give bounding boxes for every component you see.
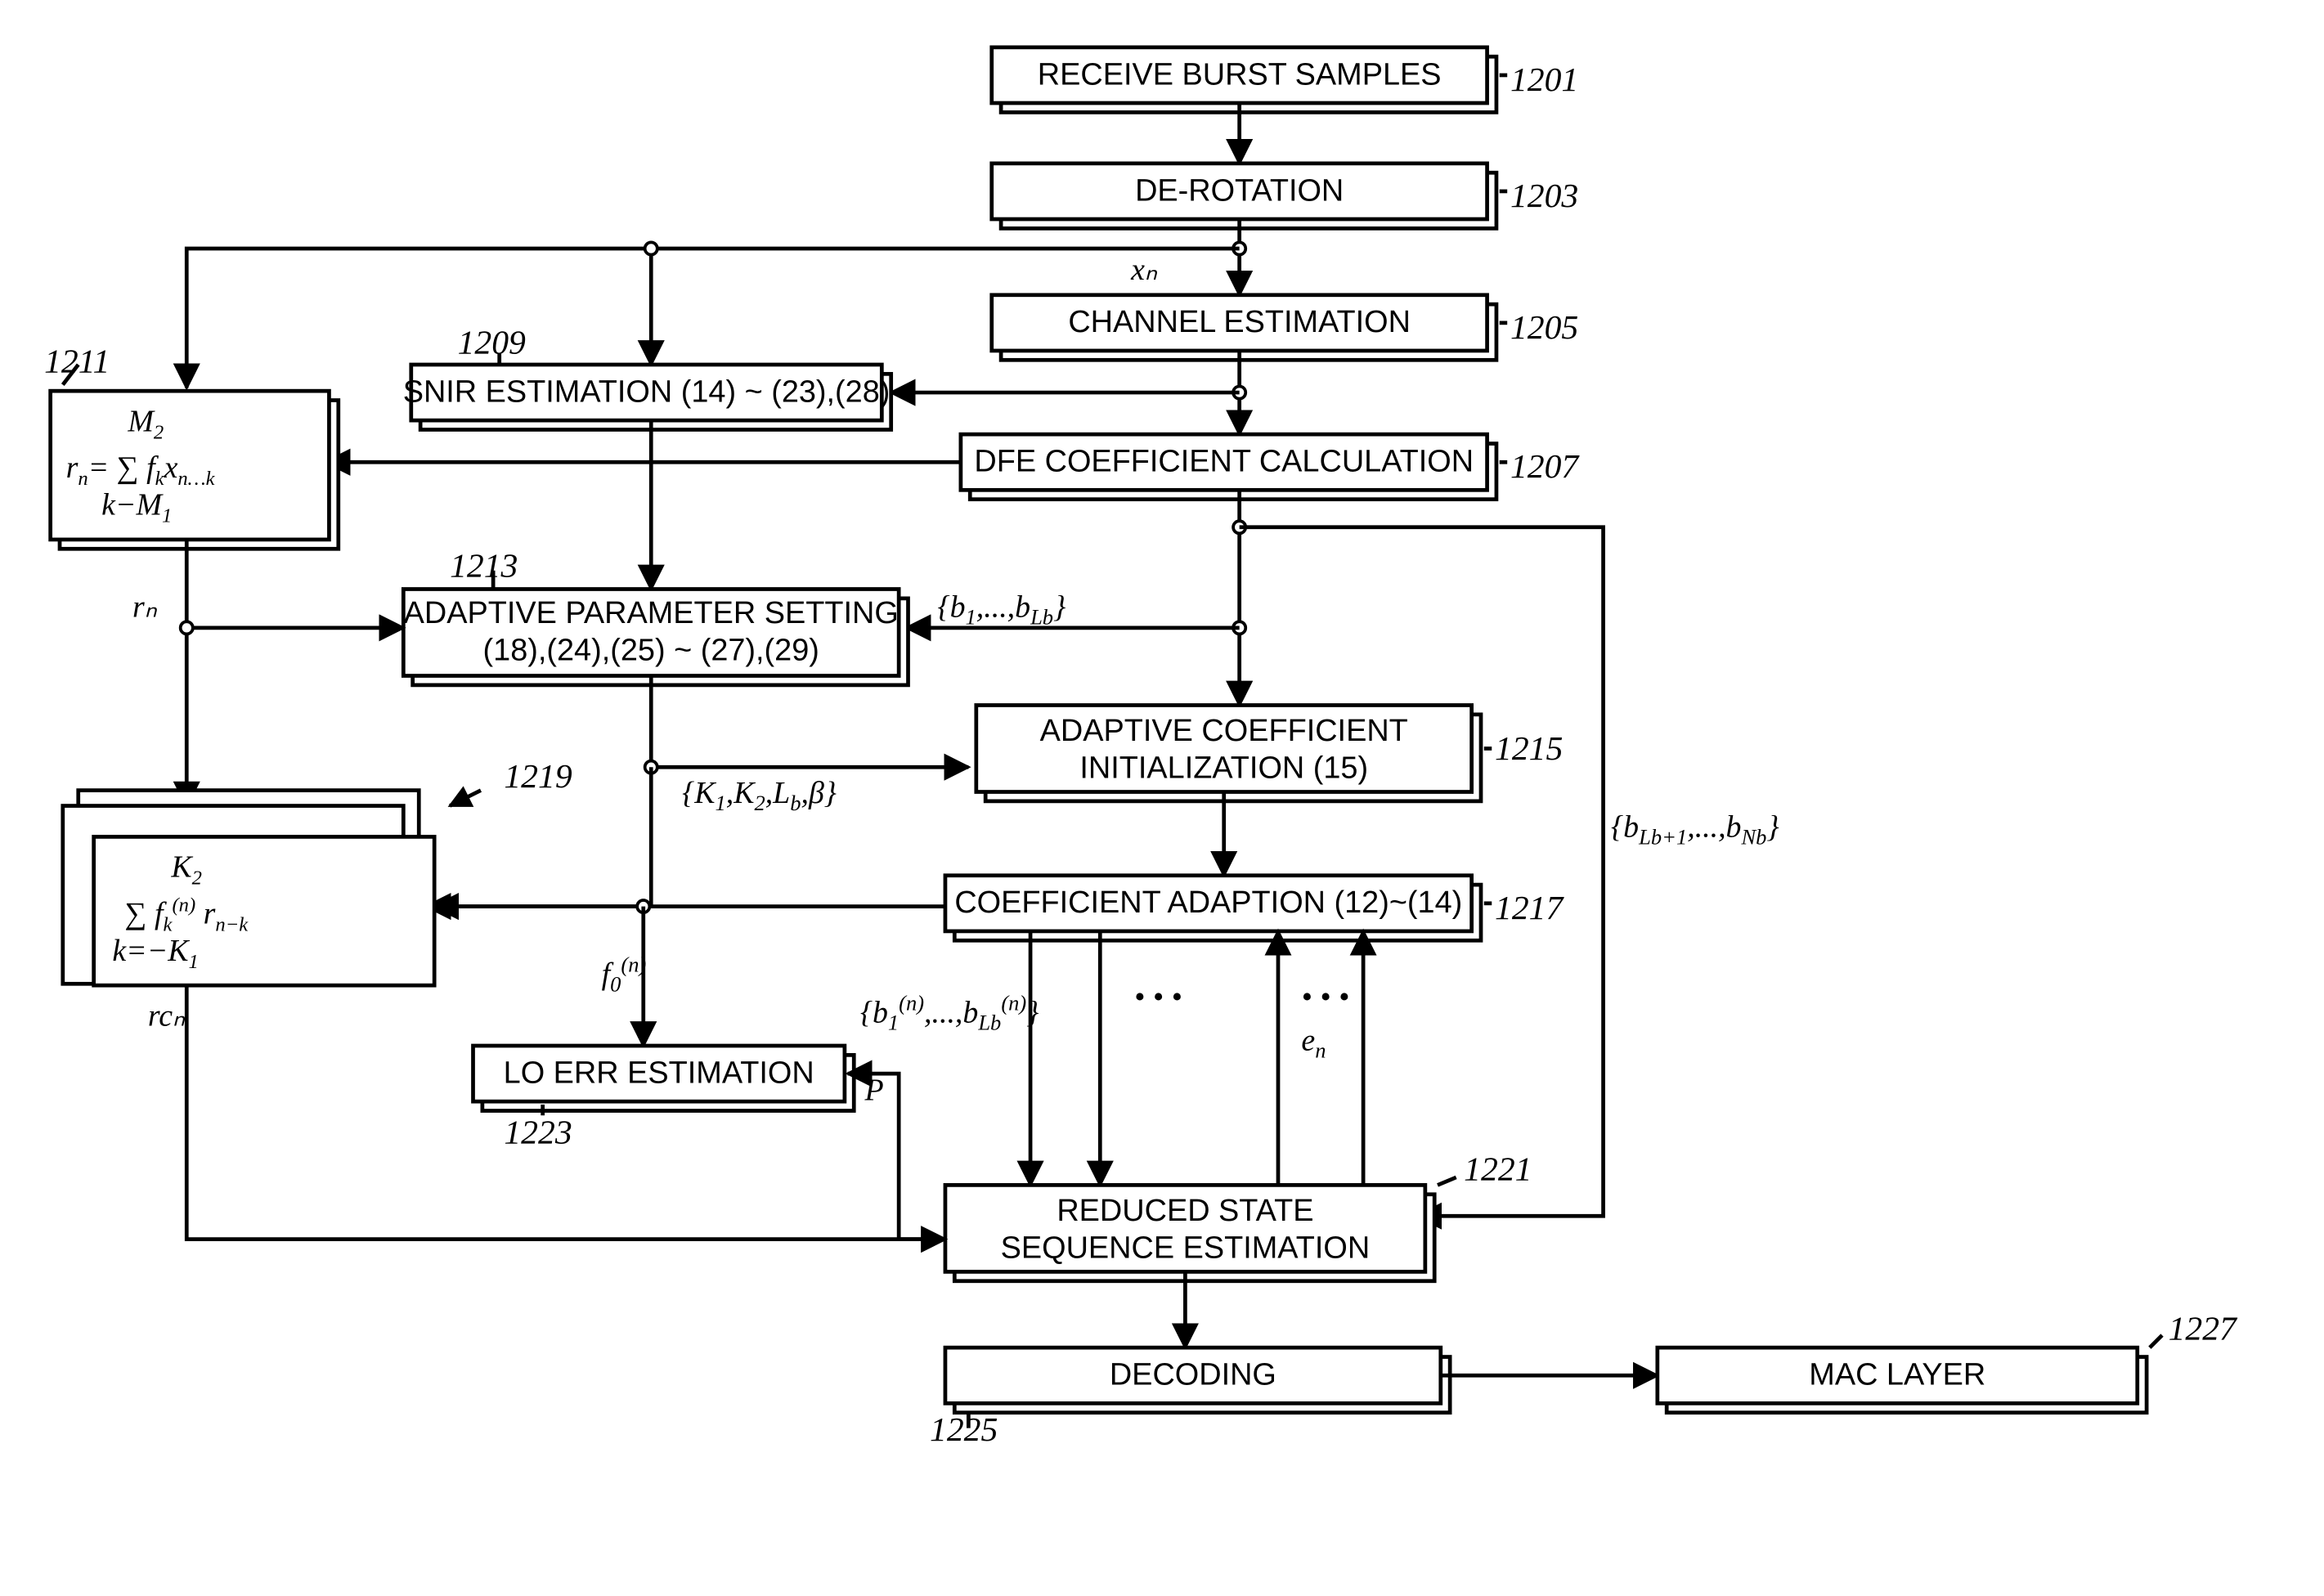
box-rc-filter: K2 ∑ fk(n) rn−k k=−K1 1219 [63,758,572,985]
box-decoding: DECODING 1225 [930,1347,1450,1449]
box-lo-err-estimation: LO ERR ESTIMATION 1223 [473,1046,855,1151]
text-mac-layer: MAC LAYER [1809,1358,1985,1392]
label-b1lb: {b1,...,bLb} [937,590,1066,630]
label-dots-1: • • • [1134,980,1182,1015]
box-feedforward-filter: M2 rn= ∑ fkxn…k k−M1 1211 [44,343,339,549]
edge-1213-1215 [651,676,968,768]
ref-1209: 1209 [458,325,526,362]
label-dots-2: • • • [1301,980,1349,1015]
ref-1223: 1223 [504,1114,572,1151]
ref-1221: 1221 [1464,1151,1532,1189]
box-snir-estimation: SNIR ESTIMATION (14) ~ (23),(28) 1209 [403,325,891,430]
ref-1201: 1201 [1510,61,1578,99]
text-lo-err: LO ERR ESTIMATION [504,1056,814,1090]
box-dfe-coefficient-calculation: DFE COEFFICIENT CALCULATION 1207 [961,434,1581,500]
box-adaptive-parameter-setting: ADAPTIVE PARAMETER SETTING (18),(24),(25… [403,547,908,685]
label-p: P [864,1073,883,1107]
box-channel-estimation: CHANNEL ESTIMATION 1205 [992,295,1579,361]
ref-1219: 1219 [504,758,572,796]
box-adaptive-coeff-init: ADAPTIVE COEFFICIENT INITIALIZATION (15)… [976,705,1564,800]
edge-1221-1223 [848,1074,945,1240]
ref-1215: 1215 [1495,730,1563,768]
edge-1207-1221-right [1240,527,1604,1216]
box-receive-burst-samples: RECEIVE BURST SAMPLES 1201 [992,47,1579,113]
math-1219-k1: k=−K1 [112,934,198,973]
label-rn: rₙ [132,590,158,625]
label-en: en [1301,1024,1326,1063]
flow-diagram: RECEIVE BURST SAMPLES 1201 DE-ROTATION 1… [16,16,2308,1580]
label-xn: xₙ [1130,253,1158,287]
text-reduced-state-1: REDUCED STATE [1057,1194,1313,1228]
ref-1213: 1213 [450,547,518,585]
text-channel-estimation: CHANNEL ESTIMATION [1068,305,1411,339]
ref-1203: 1203 [1510,177,1578,215]
label-b1n: {b1(n),...,bLb(n)} [860,990,1039,1035]
text-adaptive-init-1: ADAPTIVE COEFFICIENT [1040,714,1408,748]
text-adaptive-init-2: INITIALIZATION (15) [1079,751,1368,785]
label-f0n: f0(n) [602,952,647,997]
label-k1k2: {K1,K2,Lb,β} [682,776,837,815]
text-decoding: DECODING [1110,1358,1276,1392]
ref-1211: 1211 [44,343,110,380]
text-receive-burst-samples: RECEIVE BURST SAMPLES [1038,57,1442,92]
text-de-rotation: DE-ROTATION [1135,173,1344,208]
ref-1227: 1227 [2169,1311,2238,1348]
label-rcn: rcₙ [148,998,186,1033]
label-blb1nb: {bLb+1,...,bNb} [1611,809,1779,849]
ref-1205: 1205 [1510,309,1578,347]
ref-1207: 1207 [1510,448,1580,486]
ref-1225: 1225 [930,1411,998,1449]
text-coeff-adaption: COEFFICIENT ADAPTION (12)~(14) [954,885,1462,920]
box-mac-layer: MAC LAYER 1227 [1658,1311,2238,1413]
box-de-rotation: DE-ROTATION 1203 [992,164,1579,229]
text-reduced-state-2: SEQUENCE ESTIMATION [1001,1231,1371,1265]
text-dfe-coeff: DFE COEFFICIENT CALCULATION [974,445,1474,479]
text-adaptive-param-1: ADAPTIVE PARAMETER SETTING [404,596,899,630]
text-adaptive-param-2: (18),(24),(25) ~ (27),(29) [483,634,819,668]
box-coefficient-adaption: COEFFICIENT ADAPTION (12)~(14) 1217 [945,876,1565,941]
text-snir-estimation: SNIR ESTIMATION (14) ~ (23),(28) [403,374,891,409]
math-1211-m1: k−M1 [101,488,172,527]
ref-1217: 1217 [1495,890,1564,927]
